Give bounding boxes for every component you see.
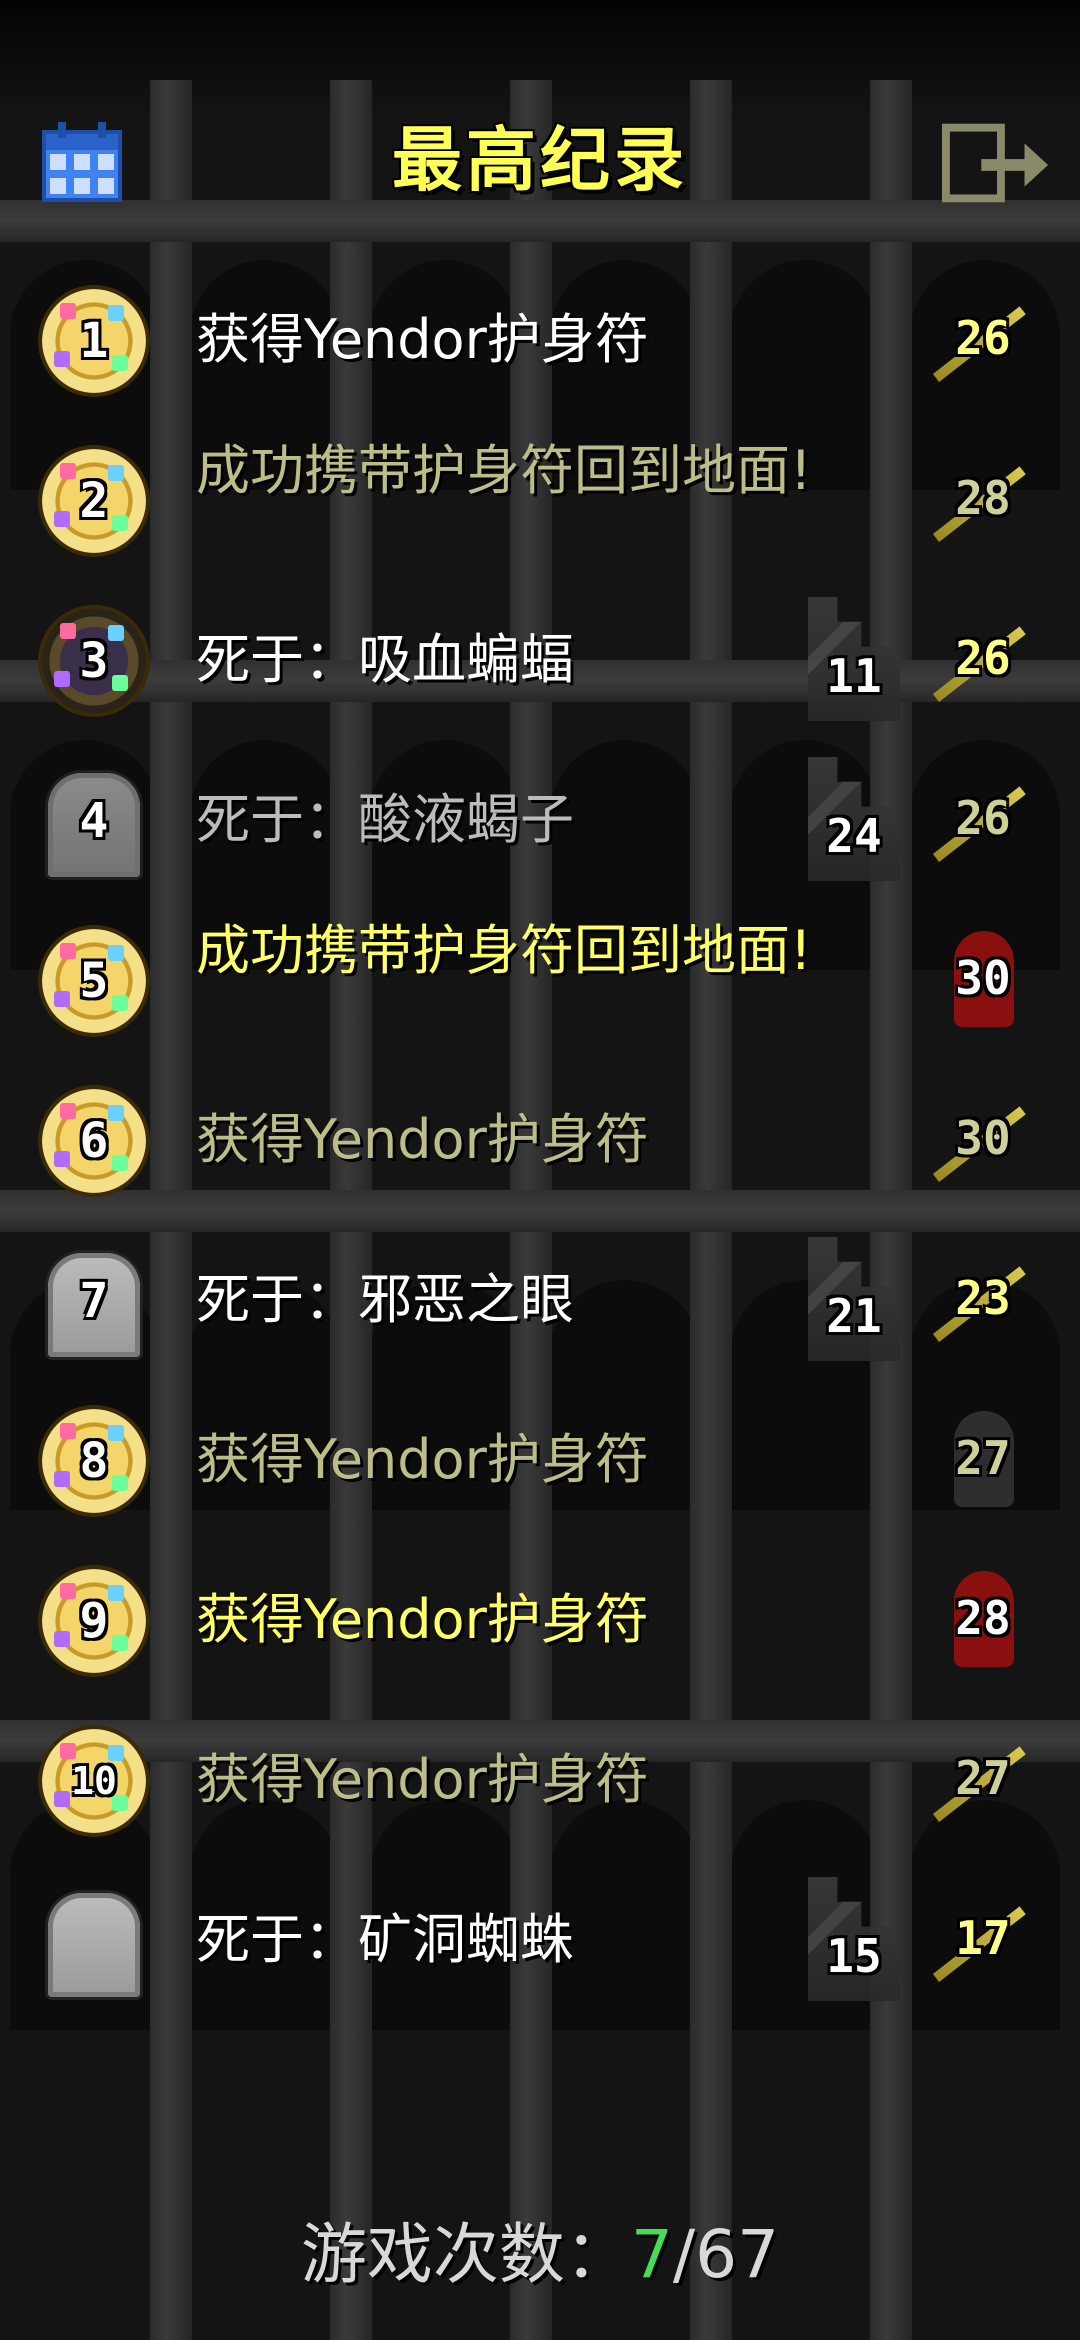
level-indicator: 23 — [928, 1237, 1038, 1361]
games-played-counter: 游戏次数：7/67 — [0, 2210, 1080, 2300]
medal-icon: 5 — [38, 925, 150, 1037]
record-description: 成功携带护身符回到地面! — [196, 919, 812, 982]
level-indicator: 26 — [928, 277, 1038, 401]
games-won-count: 7 — [630, 2216, 673, 2293]
record-row[interactable]: 3 死于：吸血蝙蝠 11 26 — [0, 585, 1080, 735]
level-number: 27 — [955, 1751, 1011, 1805]
record-row[interactable]: 5 成功携带护身符回到地面! 30 — [0, 905, 1080, 1055]
rank-number — [38, 1885, 150, 1997]
record-row[interactable]: 6 获得Yendor护身符 30 — [0, 1065, 1080, 1215]
tombstone-icon: 7 — [38, 1245, 150, 1357]
rank-number: 2 — [79, 473, 109, 529]
record-row[interactable]: 7 死于：邪恶之眼 21 23 — [0, 1225, 1080, 1375]
tombstone-icon — [38, 1885, 150, 1997]
rank-number: 3 — [79, 633, 109, 689]
page-title: 最高纪录 — [392, 119, 688, 201]
rank-number: 8 — [79, 1433, 109, 1489]
depth-number: 21 — [826, 1289, 882, 1343]
medal-icon: 2 — [38, 445, 150, 557]
header: 最高纪录 — [0, 110, 1080, 210]
level-indicator: 28 — [928, 437, 1038, 561]
medal-icon: 10 — [38, 1725, 150, 1837]
record-description: 死于：邪恶之眼 — [196, 1268, 574, 1331]
record-description: 获得Yendor护身符 — [196, 1428, 649, 1491]
rank-number: 7 — [79, 1273, 109, 1329]
rank-number: 4 — [79, 793, 109, 849]
medal-icon: 9 — [38, 1565, 150, 1677]
medal-icon: 1 — [38, 285, 150, 397]
level-number: 30 — [955, 951, 1011, 1005]
level-number: 26 — [955, 791, 1011, 845]
depth-number: 24 — [826, 809, 882, 863]
games-total-count: /67 — [672, 2216, 780, 2293]
record-row[interactable]: 2 成功携带护身符回到地面! 28 — [0, 425, 1080, 575]
level-indicator: 26 — [928, 597, 1038, 721]
depth-indicator: 24 — [808, 757, 900, 881]
exit-icon[interactable] — [942, 118, 1052, 208]
medal-icon: 8 — [38, 1405, 150, 1517]
record-description: 死于：矿洞蜘蛛 — [196, 1908, 574, 1971]
level-indicator: 26 — [928, 757, 1038, 881]
record-description: 获得Yendor护身符 — [196, 308, 649, 371]
level-number: 17 — [955, 1911, 1011, 1965]
record-description: 死于：吸血蝙蝠 — [196, 628, 574, 691]
level-indicator: 30 — [928, 1077, 1038, 1201]
depth-indicator: 21 — [808, 1237, 900, 1361]
record-row[interactable]: 死于：矿洞蜘蛛 15 17 — [0, 1865, 1080, 2015]
depth-indicator: 11 — [808, 597, 900, 721]
level-number: 26 — [955, 311, 1011, 365]
record-row[interactable]: 10 获得Yendor护身符 27 — [0, 1705, 1080, 1855]
level-number: 27 — [955, 1431, 1011, 1485]
record-row[interactable]: 8 获得Yendor护身符 27 — [0, 1385, 1080, 1535]
rankings-screen: 最高纪录 1 获得Yendor护身符 26 2 成功携带护身符回到地面! 28 3 死于：吸血… — [0, 0, 1080, 2340]
record-row[interactable]: 4 死于：酸液蝎子 24 26 — [0, 745, 1080, 895]
medal-icon: 6 — [38, 1085, 150, 1197]
level-number: 26 — [955, 631, 1011, 685]
level-indicator: 17 — [928, 1877, 1038, 2001]
level-indicator: 30 — [928, 917, 1038, 1041]
record-description: 获得Yendor护身符 — [196, 1748, 649, 1811]
rank-number: 5 — [79, 953, 109, 1009]
record-description: 成功携带护身符回到地面! — [196, 439, 812, 502]
games-played-label: 游戏次数： — [300, 2216, 631, 2293]
level-indicator: 27 — [928, 1397, 1038, 1521]
record-description: 获得Yendor护身符 — [196, 1588, 649, 1651]
record-row[interactable]: 1 获得Yendor护身符 26 — [0, 265, 1080, 415]
tombstone-icon: 4 — [38, 765, 150, 877]
record-description: 获得Yendor护身符 — [196, 1108, 649, 1171]
rank-number: 9 — [79, 1593, 109, 1649]
rank-number: 6 — [79, 1113, 109, 1169]
record-description: 死于：酸液蝎子 — [196, 788, 574, 851]
depth-number: 15 — [826, 1929, 882, 1983]
level-indicator: 27 — [928, 1717, 1038, 1841]
level-number: 28 — [955, 1591, 1011, 1645]
level-number: 30 — [955, 1111, 1011, 1165]
level-number: 28 — [955, 471, 1011, 525]
level-indicator: 28 — [928, 1557, 1038, 1681]
rank-number: 1 — [79, 313, 109, 369]
depth-number: 11 — [826, 649, 882, 703]
depth-indicator: 15 — [808, 1877, 900, 2001]
record-row[interactable]: 9 获得Yendor护身符 28 — [0, 1545, 1080, 1695]
level-number: 23 — [955, 1271, 1011, 1325]
medal-icon: 3 — [38, 605, 150, 717]
rank-number: 10 — [71, 1759, 117, 1803]
